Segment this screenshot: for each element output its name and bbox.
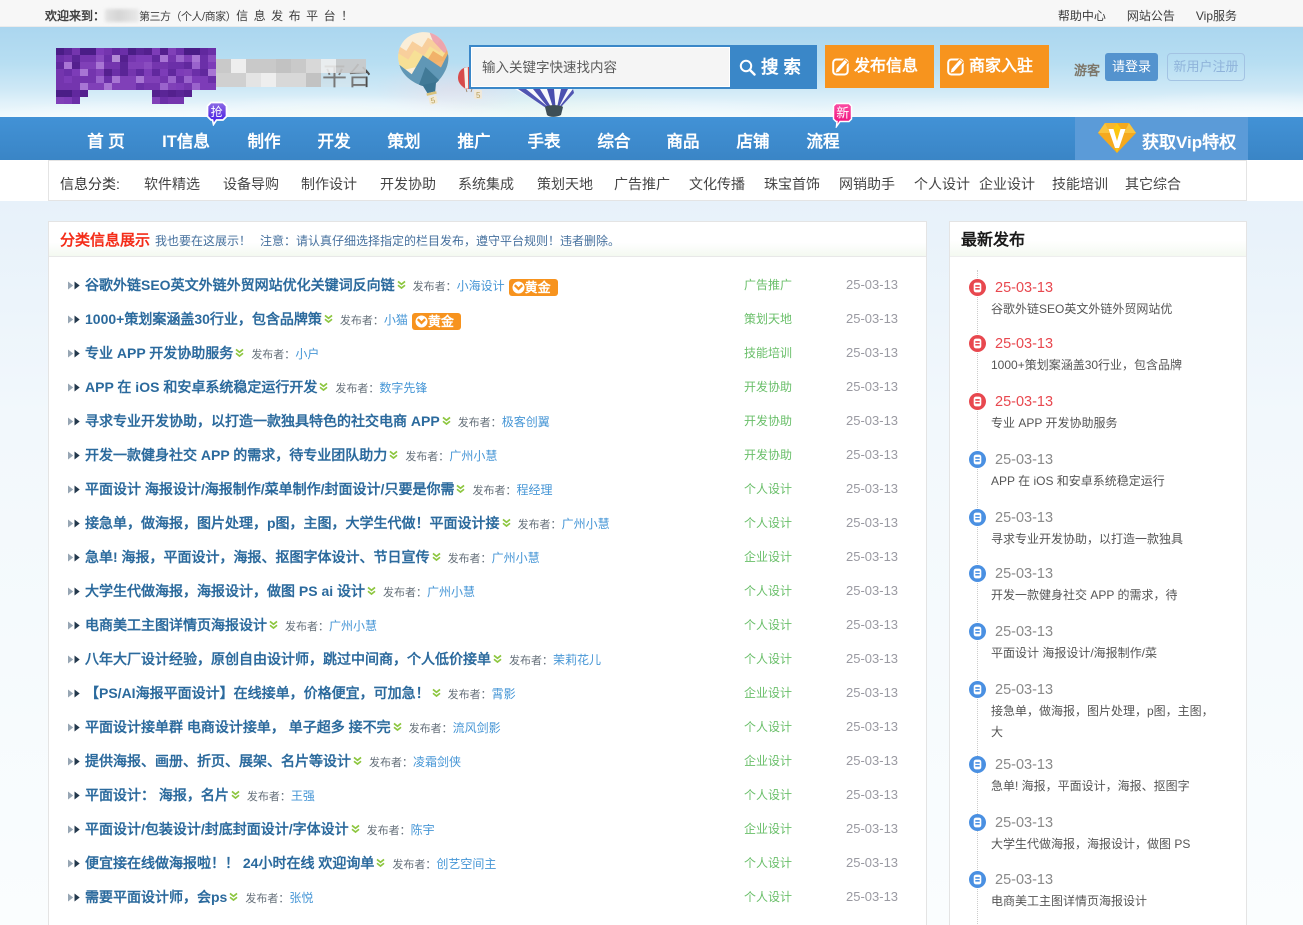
svg-text:新: 新	[836, 106, 849, 121]
svg-text:抢: 抢	[211, 104, 223, 119]
svg-text:5: 5	[476, 91, 481, 100]
